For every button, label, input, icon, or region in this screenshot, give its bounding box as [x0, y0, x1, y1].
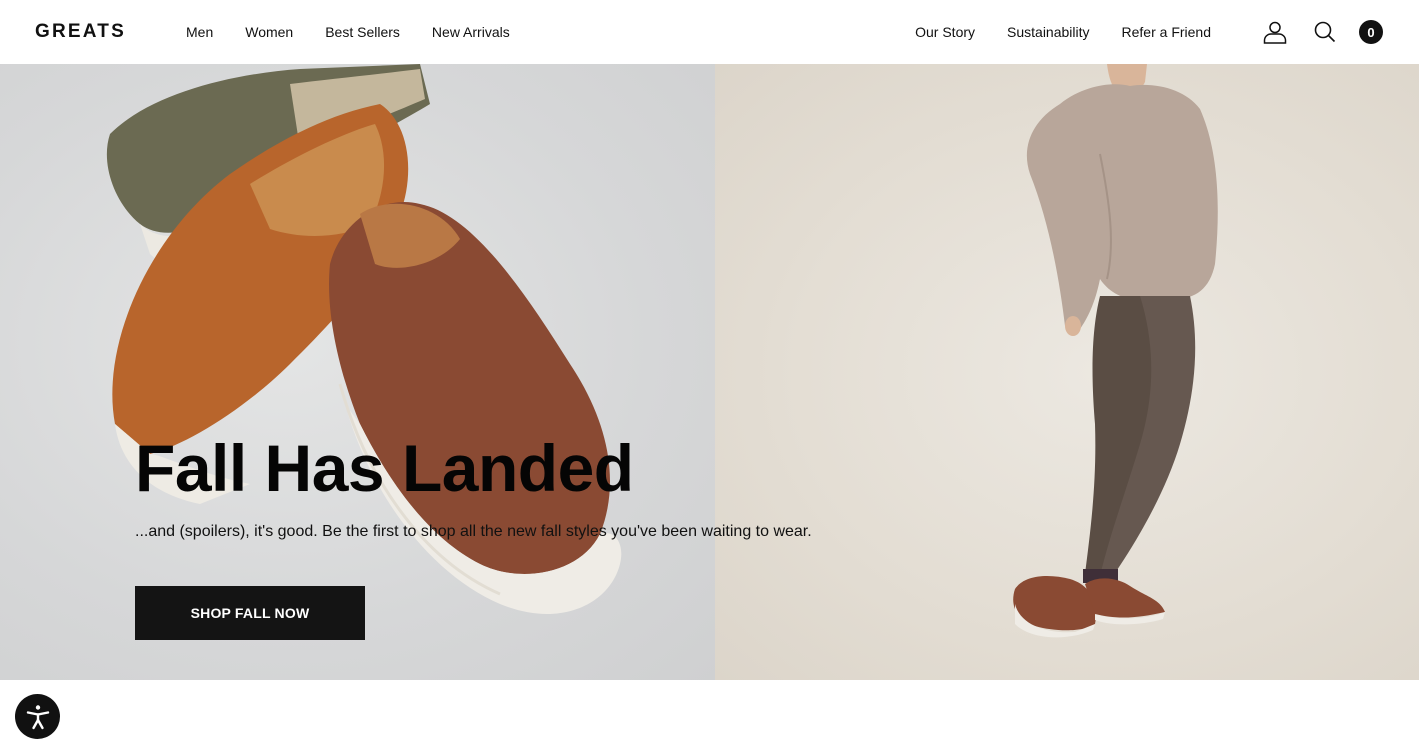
search-button[interactable] — [1311, 18, 1339, 46]
nav-link-men[interactable]: Men — [186, 0, 213, 64]
accessibility-button[interactable] — [15, 694, 60, 739]
site-header: GREATS Men Women Best Sellers New Arriva… — [0, 0, 1419, 64]
hero-subtitle: ...and (spoilers), it's good. Be the fir… — [135, 523, 812, 540]
hero-image-model — [715, 64, 1419, 680]
search-icon — [1314, 21, 1336, 43]
nav-link-refer-a-friend[interactable]: Refer a Friend — [1122, 0, 1211, 64]
hero-title: Fall Has Landed — [135, 431, 634, 505]
account-button[interactable] — [1261, 18, 1289, 46]
nav-link-our-story[interactable]: Our Story — [915, 0, 975, 64]
shop-fall-now-button[interactable]: SHOP FALL NOW — [135, 586, 365, 640]
nav-link-women[interactable]: Women — [245, 0, 293, 64]
cart-button[interactable]: 0 — [1359, 20, 1383, 44]
account-icon — [1263, 21, 1287, 44]
secondary-nav: Our Story Sustainability Refer a Friend — [915, 0, 1211, 64]
nav-link-best-sellers[interactable]: Best Sellers — [325, 0, 400, 64]
nav-link-sustainability[interactable]: Sustainability — [1007, 0, 1090, 64]
brand-logo[interactable]: GREATS — [35, 20, 126, 44]
hero-banner: Fall Has Landed ...and (spoilers), it's … — [0, 64, 1419, 680]
model-illustration — [1013, 64, 1218, 638]
primary-nav: Men Women Best Sellers New Arrivals — [186, 0, 510, 64]
nav-link-new-arrivals[interactable]: New Arrivals — [432, 0, 510, 64]
accessibility-icon — [26, 704, 49, 729]
